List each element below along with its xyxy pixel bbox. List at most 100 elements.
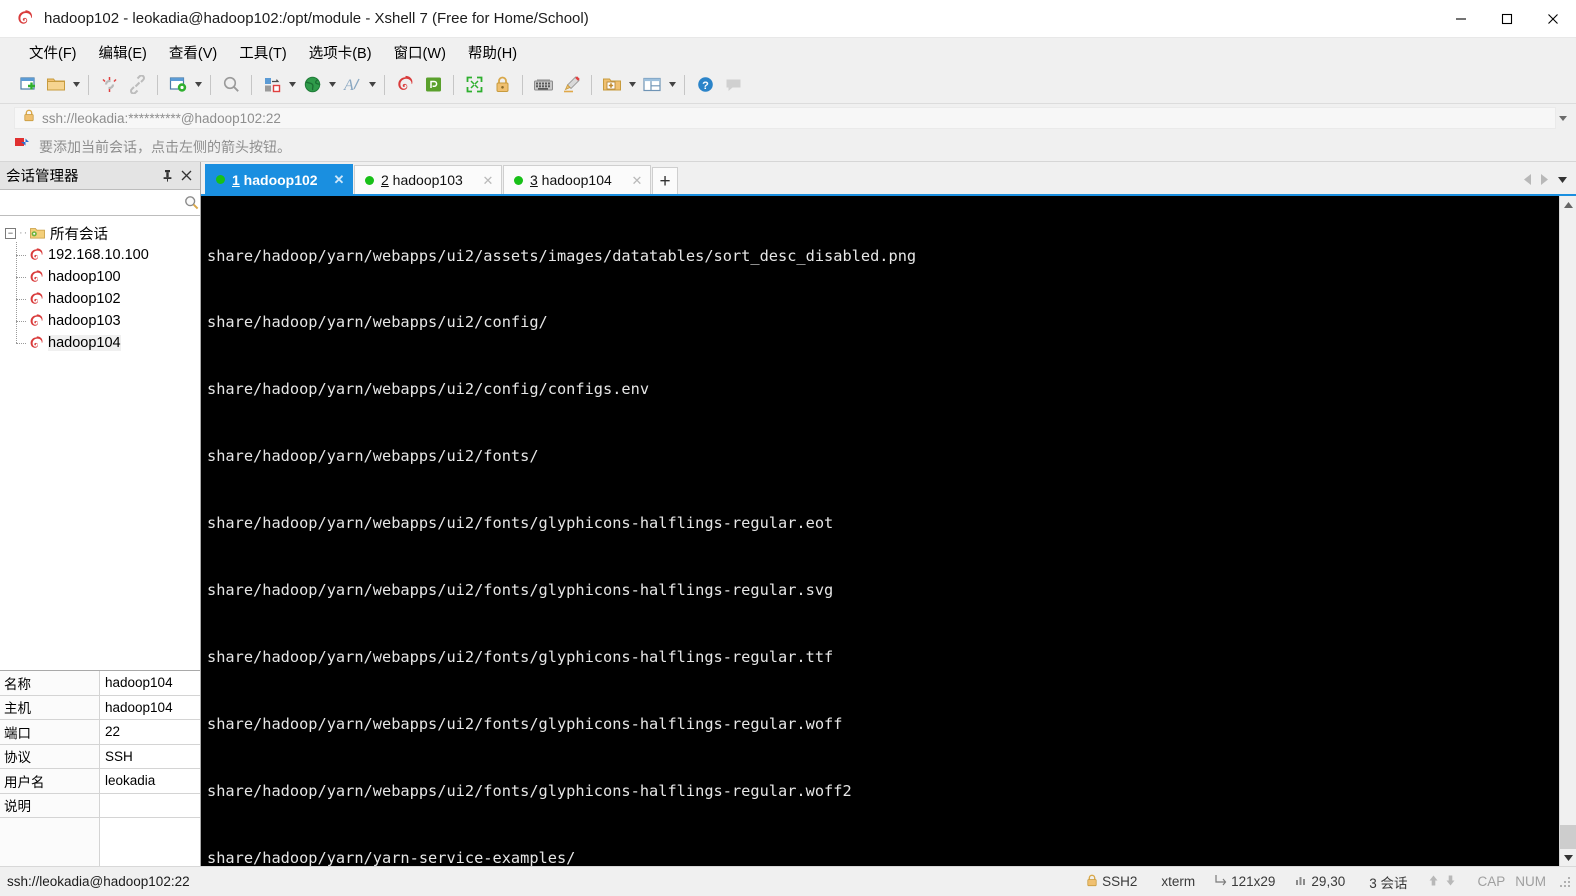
session-icon xyxy=(26,335,46,351)
address-input-wrap[interactable]: ssh://leokadia:**********@hadoop102:22 xyxy=(14,107,1556,129)
new-tab-button[interactable]: + xyxy=(652,167,678,194)
menu-edit[interactable]: 编辑(E) xyxy=(88,38,158,67)
session-manager-panel: 会话管理器 − ·· 所有会话 192.168.10.100 hadoop100… xyxy=(0,162,201,866)
terminal-scrollbar[interactable] xyxy=(1559,196,1576,866)
xshell-spiral-icon[interactable] xyxy=(391,70,419,100)
highlight-pen-icon[interactable] xyxy=(557,70,585,100)
svg-text:?: ? xyxy=(702,80,709,92)
tab-close-icon[interactable]: ✕ xyxy=(628,171,646,189)
find-magnifier-icon[interactable] xyxy=(217,70,245,100)
chevron-down-icon[interactable] xyxy=(1552,169,1572,191)
transfer-files-icon[interactable] xyxy=(258,70,286,100)
tab-label: 2 hadoop103 xyxy=(381,172,471,188)
globe-browser-icon[interactable] xyxy=(298,70,326,100)
menu-help[interactable]: 帮助(H) xyxy=(457,38,528,67)
minimize-button[interactable] xyxy=(1438,0,1484,38)
status-session-count-label: 3 会话 xyxy=(1369,875,1408,891)
tree-expander-icon[interactable]: − xyxy=(5,227,16,239)
close-icon[interactable] xyxy=(177,166,196,186)
toolbar-separator xyxy=(522,74,523,95)
tab-hadoop104[interactable]: 3 hadoop104 ✕ xyxy=(503,165,651,194)
sessions-folder-icon xyxy=(29,226,46,240)
status-bar: ssh://leokadia@hadoop102:22 SSH2 xterm 1… xyxy=(0,866,1576,896)
session-item-hadoop102[interactable]: hadoop102 xyxy=(0,288,200,310)
session-tree[interactable]: − ·· 所有会话 192.168.10.100 hadoop100 hadoo… xyxy=(0,216,200,670)
tree-root-all-sessions[interactable]: − ·· 所有会话 xyxy=(0,222,200,244)
new-session-icon[interactable] xyxy=(14,70,42,100)
property-filler-value xyxy=(100,818,200,866)
triangle-left-icon[interactable] xyxy=(1520,169,1536,191)
notice-text: 要添加当前会话，点击左侧的箭头按钮。 xyxy=(39,138,291,155)
font-size-icon[interactable]: A xyxy=(338,70,366,100)
tree-children: 192.168.10.100 hadoop100 hadoop102 hadoo… xyxy=(0,242,200,354)
tab-close-icon[interactable]: ✕ xyxy=(479,171,497,189)
layout-split-icon[interactable] xyxy=(638,70,666,100)
layout-split-dropdown-caret[interactable] xyxy=(666,70,678,100)
red-arrow-flag-icon[interactable] xyxy=(14,137,31,157)
menu-file[interactable]: 文件(F) xyxy=(18,38,88,67)
tab-hadoop103[interactable]: 2 hadoop103 ✕ xyxy=(354,165,502,194)
scrollbar-thumb[interactable] xyxy=(1560,825,1576,849)
session-item-hadoop100[interactable]: hadoop100 xyxy=(0,266,200,288)
resize-grip-icon[interactable] xyxy=(1558,875,1572,889)
toolbar-separator xyxy=(157,74,158,95)
menu-view[interactable]: 查看(V) xyxy=(158,38,228,67)
status-protocol-label: SSH2 xyxy=(1102,874,1138,889)
disconnect-icon[interactable] xyxy=(95,70,123,100)
terminal-line: share/hadoop/yarn/webapps/ui2/assets/ima… xyxy=(207,246,917,265)
session-properties-dropdown-caret[interactable] xyxy=(192,70,204,100)
padlock-icon xyxy=(23,109,35,127)
chevron-down-icon[interactable] xyxy=(1556,115,1570,121)
fullscreen-icon[interactable] xyxy=(460,70,488,100)
session-item-label: hadoop102 xyxy=(48,291,121,307)
tab-status-dot-icon xyxy=(365,175,374,185)
tab-hadoop102[interactable]: 1 hadoop102 ✕ xyxy=(205,164,353,194)
session-item-192-168-10-100[interactable]: 192.168.10.100 xyxy=(0,244,200,266)
session-properties-icon[interactable] xyxy=(164,70,192,100)
window-size-icon xyxy=(1215,874,1227,889)
menu-tools[interactable]: 工具(T) xyxy=(228,38,298,67)
terminal-output[interactable]: share/hadoop/yarn/webapps/ui2/assets/ima… xyxy=(201,196,1559,866)
notice-bar: 要添加当前会话，点击左侧的箭头按钮。 xyxy=(0,132,1576,162)
close-button[interactable] xyxy=(1530,0,1576,38)
terminal-area: share/hadoop/yarn/webapps/ui2/assets/ima… xyxy=(201,194,1576,866)
session-item-hadoop103[interactable]: hadoop103 xyxy=(0,310,200,332)
help-question-icon[interactable]: ? xyxy=(691,70,719,100)
add-to-folder-dropdown-caret[interactable] xyxy=(626,70,638,100)
reconnect-chain-icon[interactable] xyxy=(123,70,151,100)
scroll-up-arrow-icon[interactable] xyxy=(1560,196,1576,213)
menu-window[interactable]: 窗口(W) xyxy=(383,38,457,67)
address-value: ssh://leokadia:**********@hadoop102:22 xyxy=(42,110,281,126)
session-manager-header: 会话管理器 xyxy=(0,162,200,189)
session-item-label: hadoop104 xyxy=(48,335,121,351)
tab-close-icon[interactable]: ✕ xyxy=(330,171,348,189)
add-to-folder-icon[interactable] xyxy=(598,70,626,100)
session-icon xyxy=(26,291,46,307)
session-item-label: hadoop100 xyxy=(48,269,121,285)
chat-balloon-icon[interactable] xyxy=(719,70,747,100)
globe-browser-dropdown-caret[interactable] xyxy=(326,70,338,100)
scroll-down-arrow-icon[interactable] xyxy=(1560,849,1576,866)
arrow-up-icon xyxy=(1427,874,1440,890)
transfer-files-dropdown-caret[interactable] xyxy=(286,70,298,100)
session-item-hadoop104[interactable]: hadoop104 xyxy=(0,332,200,354)
property-key: 名称 xyxy=(0,671,100,695)
open-folder-dropdown-caret[interactable] xyxy=(70,70,82,100)
pin-icon[interactable] xyxy=(158,166,177,186)
toolbar-separator xyxy=(88,74,89,95)
session-search-input[interactable] xyxy=(0,190,182,215)
font-size-dropdown-caret[interactable] xyxy=(366,70,378,100)
open-folder-icon[interactable] xyxy=(42,70,70,100)
terminal-line: share/hadoop/yarn/yarn-service-examples/ xyxy=(207,848,576,866)
search-magnifier-icon[interactable] xyxy=(182,195,200,210)
menu-tabs[interactable]: 选项卡(B) xyxy=(298,38,383,67)
maximize-button[interactable] xyxy=(1484,0,1530,38)
xftp-icon[interactable] xyxy=(419,70,447,100)
triangle-right-icon[interactable] xyxy=(1536,169,1552,191)
xshell-logo-icon xyxy=(12,0,38,38)
property-row: 协议 SSH xyxy=(0,744,200,769)
lock-icon[interactable] xyxy=(488,70,516,100)
session-search-bar[interactable] xyxy=(0,189,200,216)
scrollbar-track[interactable] xyxy=(1560,213,1576,849)
keyboard-icon[interactable] xyxy=(529,70,557,100)
